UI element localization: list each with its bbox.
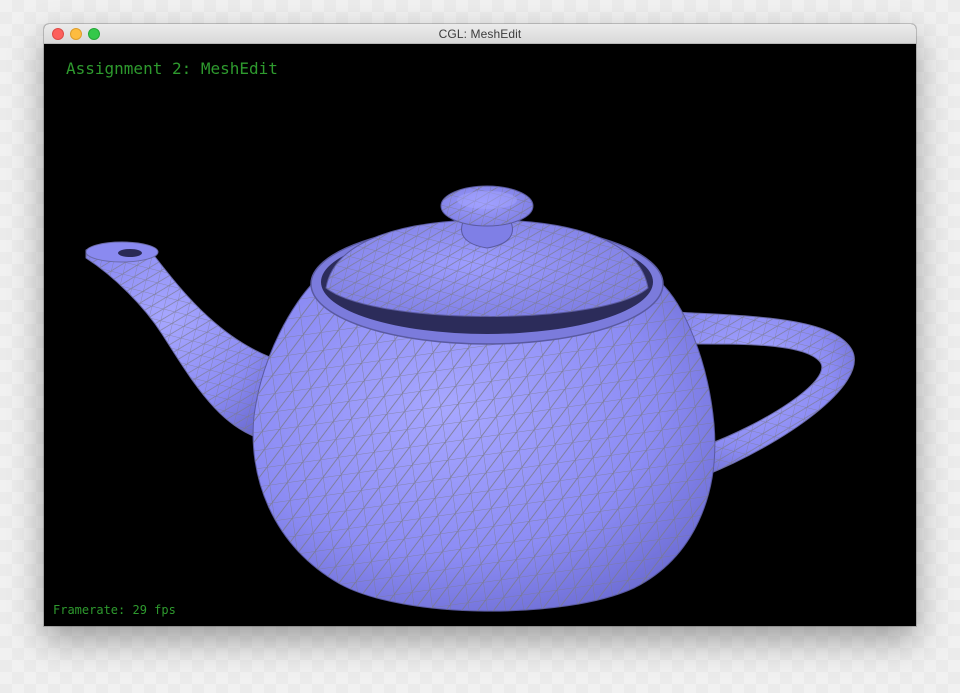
window-title: CGL: MeshEdit	[438, 27, 522, 41]
title-bar[interactable]: CGL: MeshEdit	[44, 24, 916, 44]
render-viewport[interactable]: Assignment 2: MeshEdit Framerate: 29 fps	[44, 44, 916, 626]
framerate-label: Framerate: 29 fps	[53, 603, 176, 617]
assignment-heading: Assignment 2: MeshEdit	[66, 59, 278, 78]
teapot-mesh[interactable]	[44, 44, 916, 626]
app-window: CGL: MeshEdit Assignment 2: MeshEdit Fra…	[44, 24, 916, 626]
teapot-lid	[325, 185, 649, 317]
